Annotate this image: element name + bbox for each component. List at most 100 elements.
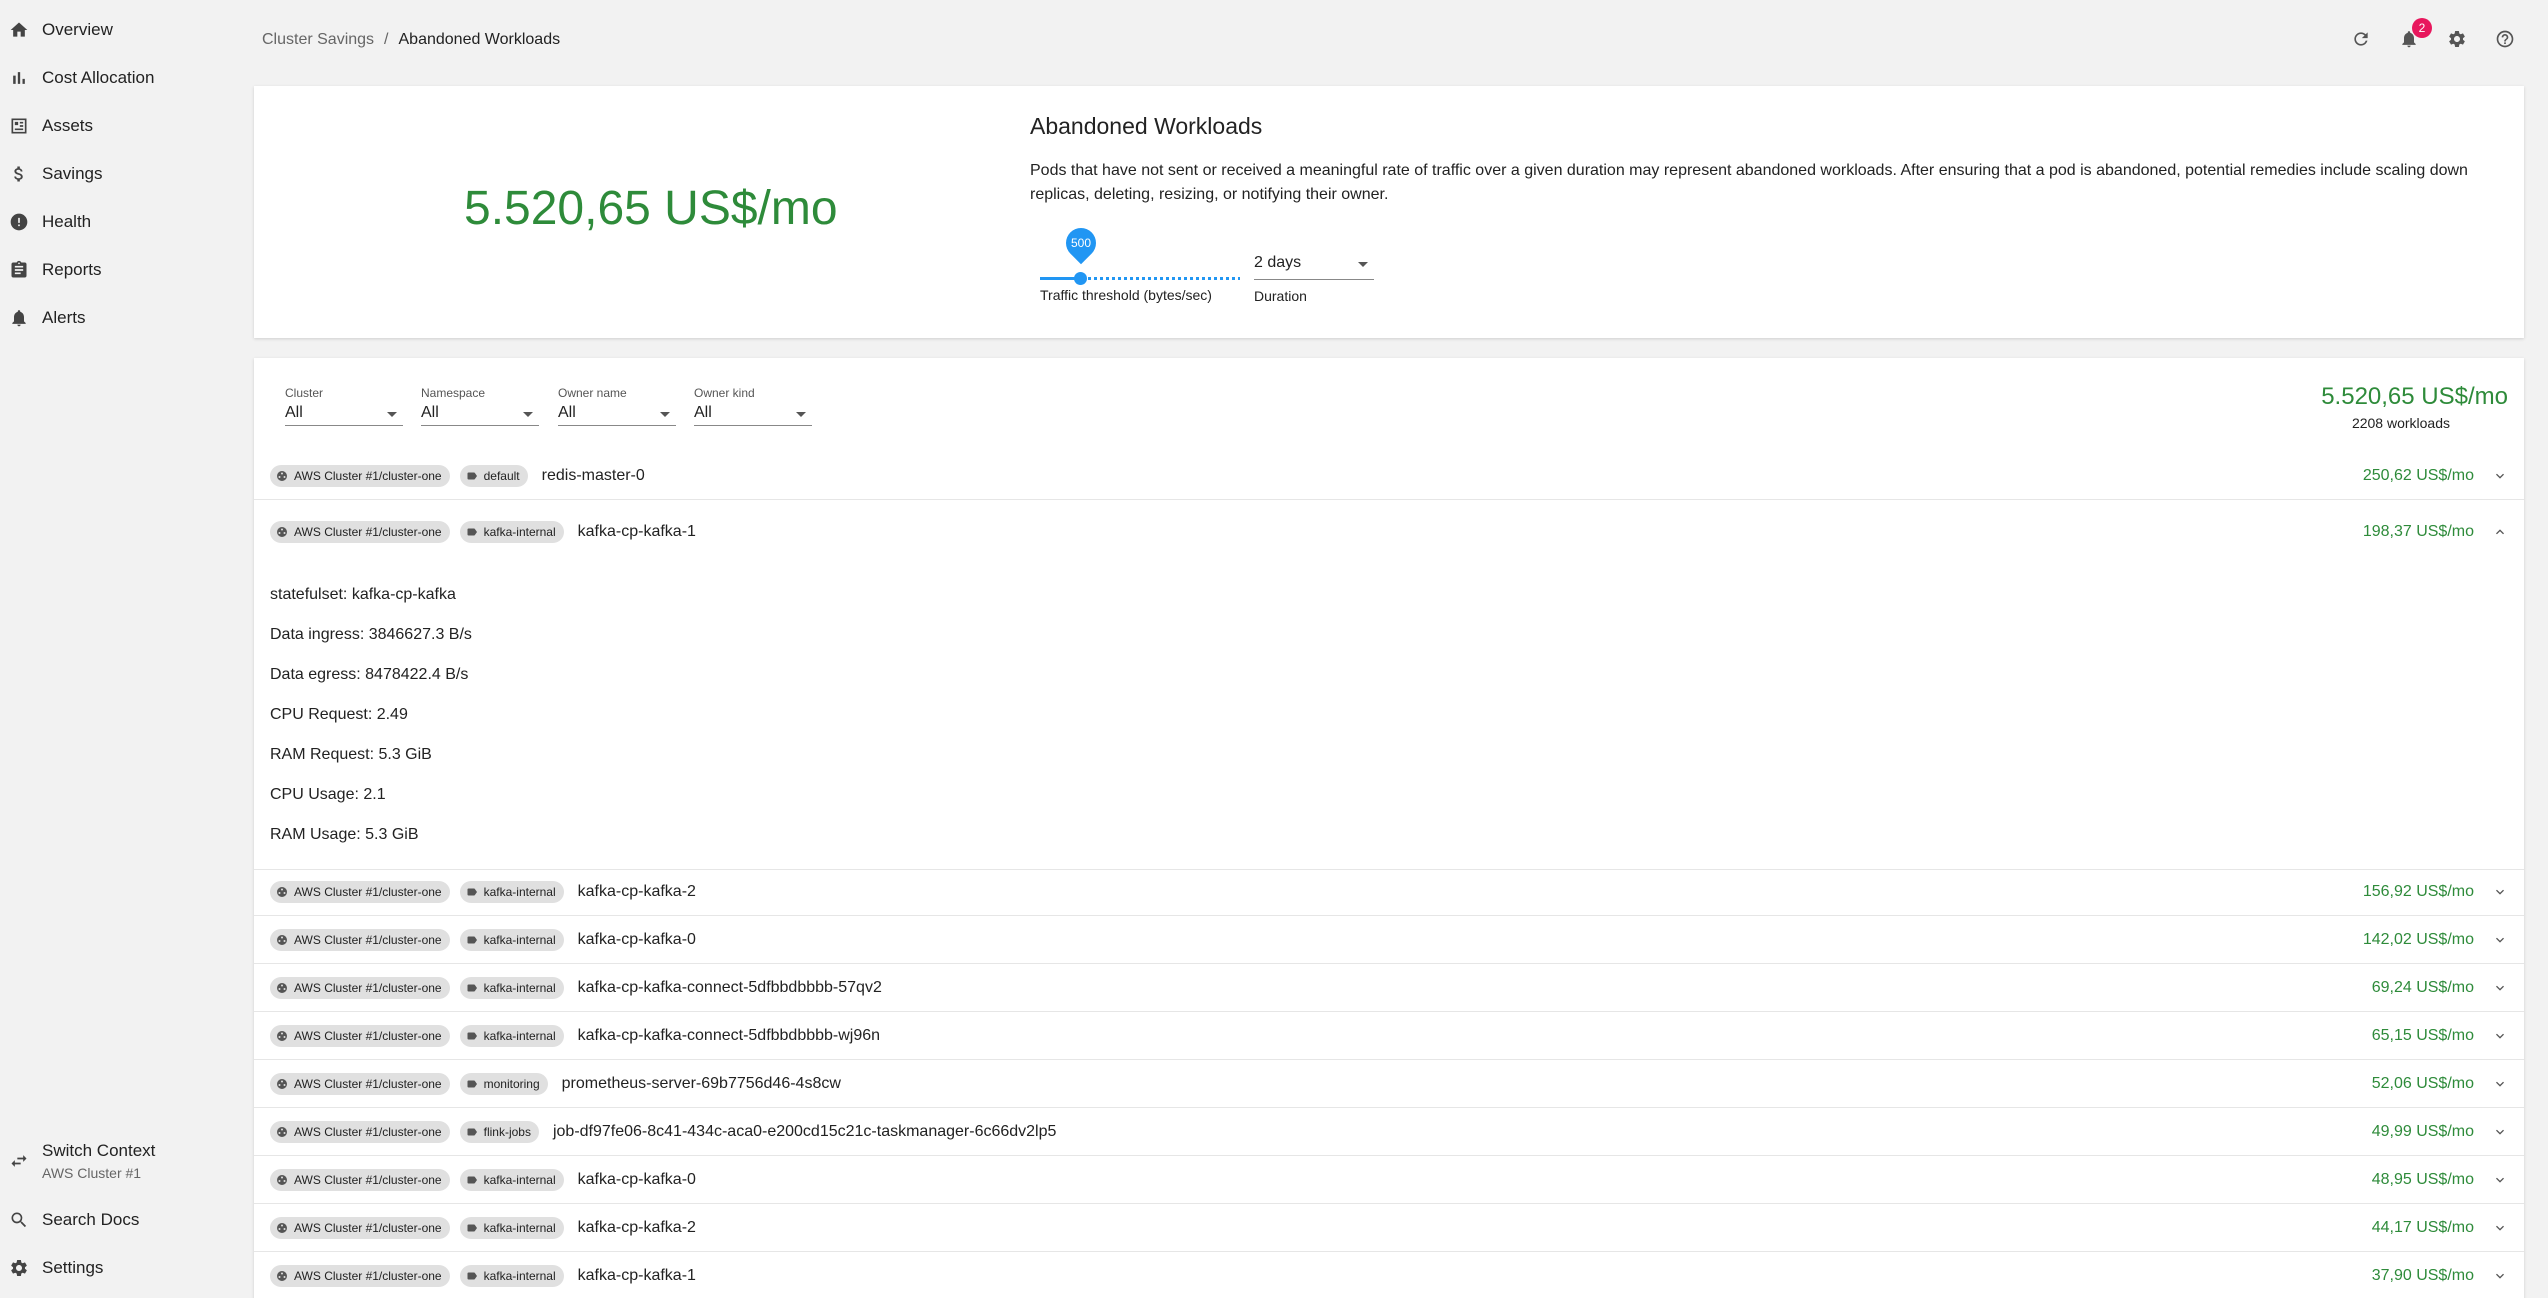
cluster-filter[interactable]: Cluster All: [285, 386, 403, 426]
help-icon[interactable]: [2494, 28, 2516, 50]
cluster-chip-label: AWS Cluster #1/cluster-one: [294, 1220, 442, 1235]
cluster-chip: AWS Cluster #1/cluster-one: [270, 1072, 450, 1095]
namespace-chip: kafka-internal: [459, 1024, 564, 1047]
sidebar-item-overview[interactable]: Overview: [0, 6, 240, 54]
workload-row[interactable]: AWS Cluster #1/cluster-one kafka-internal…: [254, 1156, 2524, 1204]
owner-kind-filter[interactable]: Owner kind All: [694, 386, 812, 426]
sidebar-item-alerts[interactable]: Alerts: [0, 294, 240, 342]
cluster-chip-label: AWS Cluster #1/cluster-one: [294, 932, 442, 947]
sidebar-item-health[interactable]: Health: [0, 198, 240, 246]
cluster-chip: AWS Cluster #1/cluster-one: [270, 464, 450, 487]
chevron-down-icon[interactable]: [2492, 1076, 2508, 1092]
duration-label: Duration: [1254, 288, 1307, 304]
detail-data-ingress: Data ingress: 3846627.3 B/s: [270, 626, 472, 643]
namespace-filter[interactable]: Namespace All: [421, 386, 539, 426]
workload-cost: 142,02 US$/mo: [2362, 930, 2474, 948]
chevron-down-icon[interactable]: [2492, 1124, 2508, 1140]
cluster-chip: AWS Cluster #1/cluster-one: [270, 1168, 450, 1191]
workload-row[interactable]: AWS Cluster #1/cluster-one kafka-internal…: [254, 508, 2524, 556]
chevron-down-icon[interactable]: [2492, 1268, 2508, 1284]
traffic-threshold-slider[interactable]: 500: [1040, 221, 1240, 286]
workload-row[interactable]: AWS Cluster #1/cluster-one monitoring prom…: [254, 1060, 2524, 1108]
gear-icon[interactable]: [2446, 28, 2468, 50]
workload-row[interactable]: AWS Cluster #1/cluster-one kafka-internal…: [254, 916, 2524, 964]
sidebar-item-label: Overview: [42, 20, 113, 39]
notifications-icon[interactable]: 2: [2398, 18, 2432, 50]
dollar-icon: [8, 163, 30, 185]
switch-context-button[interactable]: Switch Context AWS Cluster #1: [0, 1134, 240, 1188]
cluster-chip-label: AWS Cluster #1/cluster-one: [294, 468, 442, 483]
workload-name: kafka-cp-kafka-1: [577, 1266, 696, 1284]
chevron-down-icon: [1358, 262, 1368, 267]
workload-cost: 37,90 US$/mo: [2371, 1266, 2474, 1284]
tag-icon: [466, 934, 478, 946]
switch-context-label: Switch Context: [42, 1141, 156, 1160]
workload-row[interactable]: AWS Cluster #1/cluster-one flink-jobs job-…: [254, 1108, 2524, 1156]
workload-row[interactable]: AWS Cluster #1/cluster-one kafka-internal…: [254, 868, 2524, 916]
chevron-down-icon[interactable]: [2492, 932, 2508, 948]
owner-name-filter[interactable]: Owner name All: [558, 386, 676, 426]
namespace-chip-label: kafka-internal: [483, 1268, 556, 1283]
namespace-chip: kafka-internal: [459, 976, 564, 999]
cluster-icon: [276, 886, 288, 898]
cluster-icon: [276, 982, 288, 994]
workload-cost: 156,92 US$/mo: [2362, 882, 2474, 900]
workload-row[interactable]: AWS Cluster #1/cluster-one kafka-internal…: [254, 964, 2524, 1012]
sidebar-item-label: Health: [42, 212, 92, 231]
workload-row[interactable]: AWS Cluster #1/cluster-one default redis-m…: [254, 452, 2524, 500]
search-docs-button[interactable]: Search Docs: [0, 1196, 240, 1244]
sidebar: Overview Cost Allocation Assets Savings …: [0, 0, 250, 1298]
detail-owner: statefulset: kafka-cp-kafka: [270, 586, 456, 603]
namespace-chip: kafka-internal: [459, 1216, 564, 1239]
filter-label: Namespace: [421, 386, 486, 400]
detail-ram-request: RAM Request: 5.3 GiB: [270, 746, 432, 763]
filter-label: Owner kind: [694, 386, 755, 400]
refresh-icon[interactable]: [2350, 28, 2372, 50]
chevron-down-icon[interactable]: [2492, 1220, 2508, 1236]
sidebar-item-savings[interactable]: Savings: [0, 150, 240, 198]
breadcrumb-parent-link[interactable]: Cluster Savings: [262, 31, 374, 49]
filter-label: Owner name: [558, 386, 627, 400]
summary-description: Pods that have not sent or received a me…: [1030, 162, 2468, 203]
slider-thumb[interactable]: [1074, 272, 1087, 285]
workload-name: kafka-cp-kafka-connect-5dfbbdbbbb-wj96n: [577, 1026, 881, 1044]
chevron-down-icon[interactable]: [2492, 980, 2508, 996]
chevron-down-icon[interactable]: [2492, 468, 2508, 484]
chevron-down-icon[interactable]: [2492, 884, 2508, 900]
chevron-up-icon[interactable]: [2492, 524, 2508, 540]
cluster-chip-label: AWS Cluster #1/cluster-one: [294, 1268, 442, 1283]
detail-data-egress: Data egress: 8478422.4 B/s: [270, 666, 469, 683]
workload-row[interactable]: AWS Cluster #1/cluster-one kafka-internal…: [254, 1012, 2524, 1060]
cluster-chip-label: AWS Cluster #1/cluster-one: [294, 1028, 442, 1043]
sidebar-item-reports[interactable]: Reports: [0, 246, 240, 294]
cluster-chip: AWS Cluster #1/cluster-one: [270, 1216, 450, 1239]
cluster-chip-label: AWS Cluster #1/cluster-one: [294, 1172, 442, 1187]
bell-icon: [8, 307, 30, 329]
slider-label: Traffic threshold (bytes/sec): [1040, 287, 1212, 303]
sidebar-item-label: Savings: [42, 164, 103, 183]
sidebar-item-label: Alerts: [42, 308, 86, 327]
namespace-chip: default: [459, 464, 528, 487]
cluster-chip-label: AWS Cluster #1/cluster-one: [294, 1124, 442, 1139]
settings-button[interactable]: Settings: [0, 1244, 240, 1292]
namespace-chip-label: kafka-internal: [483, 1028, 556, 1043]
namespace-chip-label: flink-jobs: [483, 1124, 531, 1139]
sidebar-item-cost-allocation[interactable]: Cost Allocation: [0, 54, 240, 102]
chevron-down-icon[interactable]: [2492, 1028, 2508, 1044]
cluster-chip-label: AWS Cluster #1/cluster-one: [294, 884, 442, 899]
workload-row[interactable]: AWS Cluster #1/cluster-one kafka-internal…: [254, 1252, 2524, 1298]
workload-name: kafka-cp-kafka-0: [577, 1170, 696, 1188]
workload-name: kafka-cp-kafka-1: [577, 523, 696, 540]
workload-row[interactable]: AWS Cluster #1/cluster-one kafka-internal…: [254, 1204, 2524, 1252]
sidebar-item-assets[interactable]: Assets: [0, 102, 240, 150]
namespace-chip: kafka-internal: [459, 1168, 564, 1191]
cluster-chip: AWS Cluster #1/cluster-one: [270, 1264, 450, 1287]
workload-name: redis-master-0: [541, 466, 645, 484]
cluster-chip: AWS Cluster #1/cluster-one: [270, 880, 450, 903]
slider-value-bubble: 500: [1059, 221, 1103, 265]
duration-select[interactable]: 2 days: [1254, 250, 1374, 280]
namespace-chip-label: default: [483, 468, 520, 483]
settings-label: Settings: [42, 1258, 104, 1277]
cluster-icon: [276, 1078, 288, 1090]
chevron-down-icon[interactable]: [2492, 1172, 2508, 1188]
